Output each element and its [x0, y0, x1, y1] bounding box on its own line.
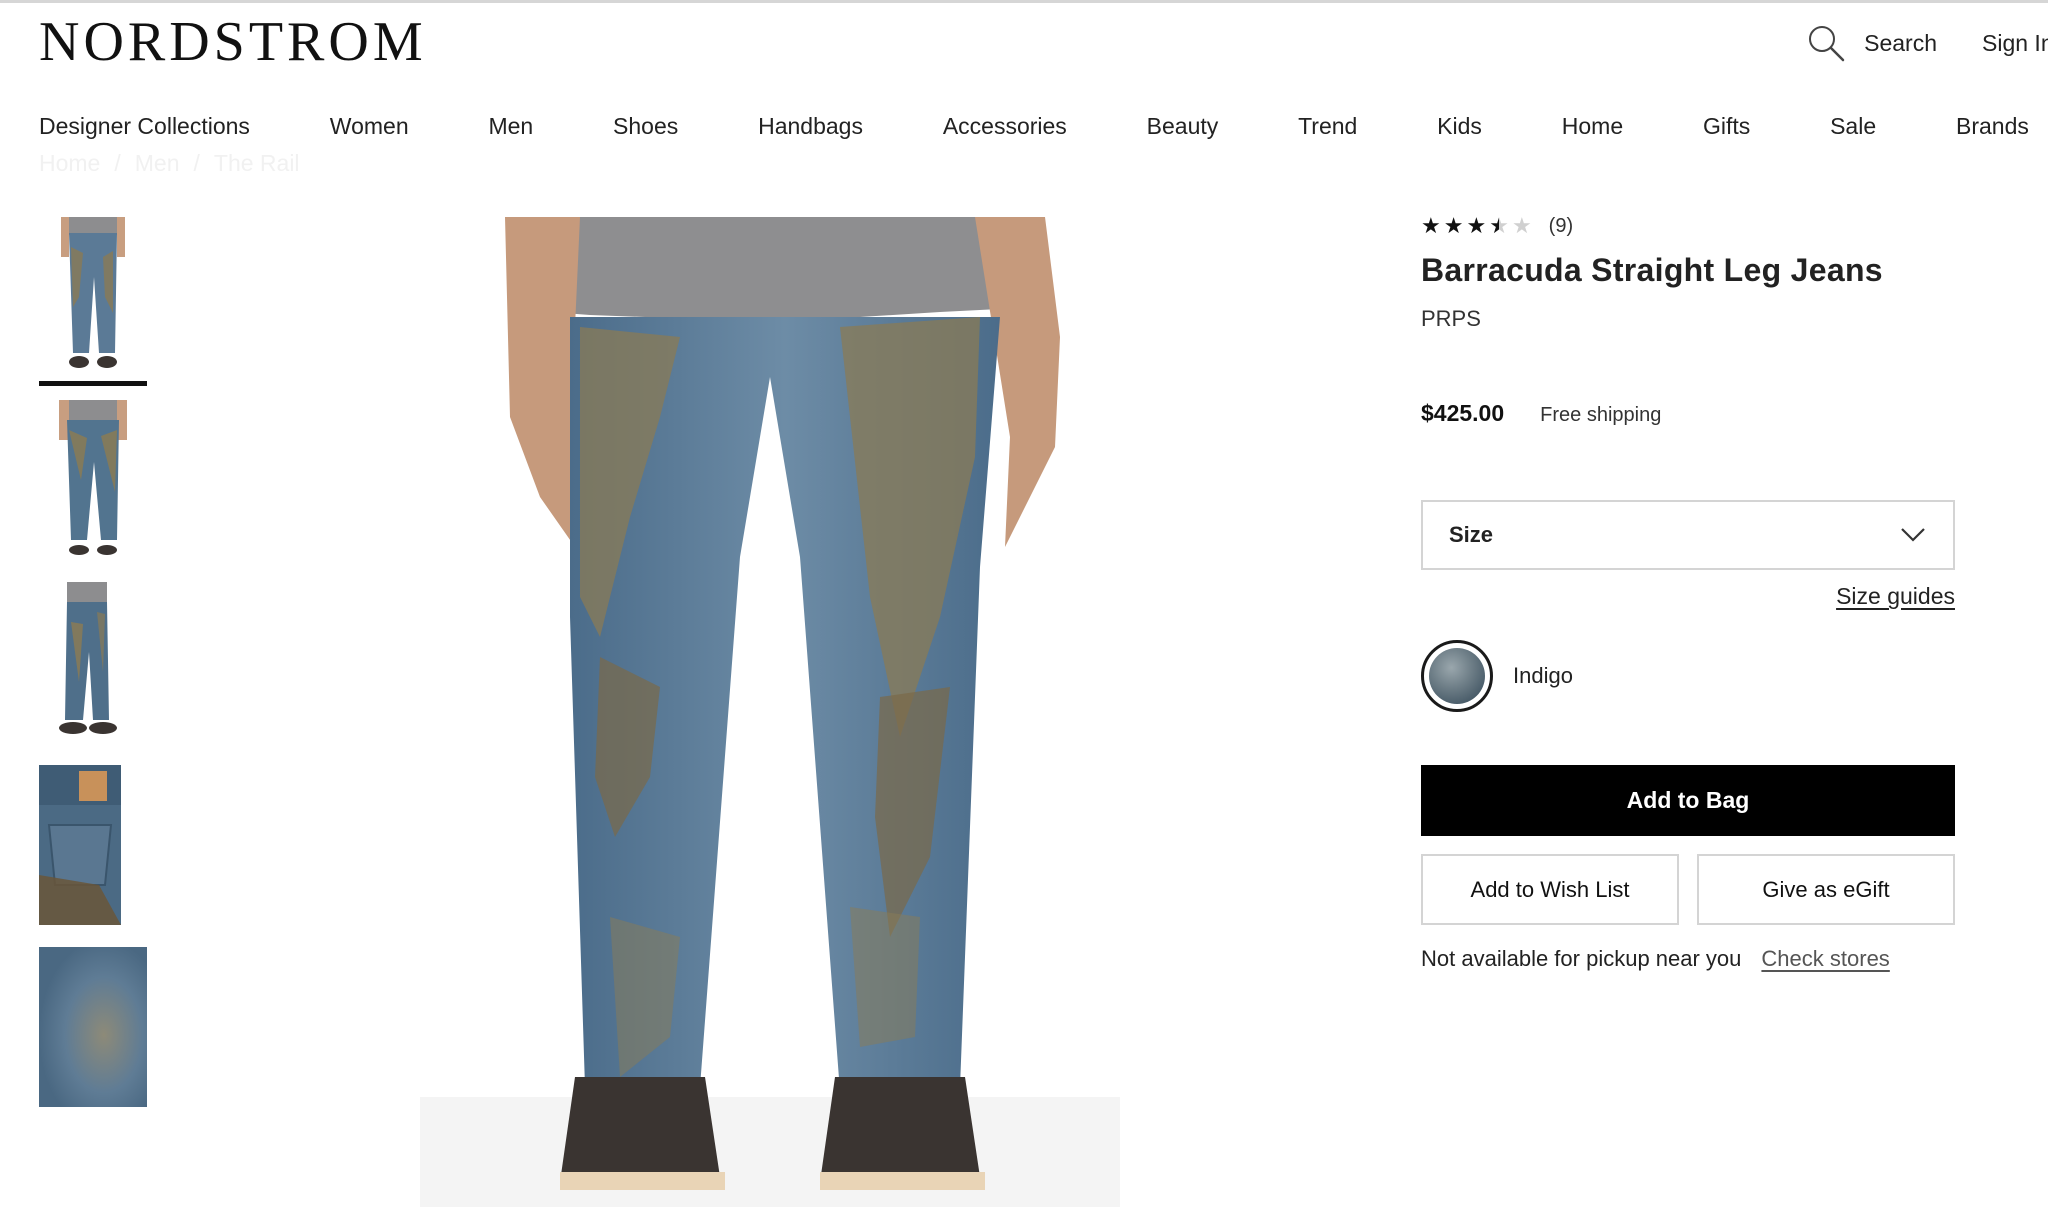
main-nav: Designer Collections Women Men Shoes Han…: [39, 113, 2029, 140]
nav-beauty[interactable]: Beauty: [1147, 113, 1219, 140]
color-swatch-indigo[interactable]: [1421, 640, 1493, 712]
nav-sale[interactable]: Sale: [1830, 113, 1876, 140]
color-selector: Indigo: [1421, 640, 1573, 712]
active-thumbnail-indicator: [39, 381, 147, 386]
price-row: $425.00 Free shipping: [1421, 400, 1661, 427]
pickup-text: Not available for pickup near you: [1421, 946, 1742, 971]
nav-designer-collections[interactable]: Designer Collections: [39, 113, 250, 140]
nav-kids[interactable]: Kids: [1437, 113, 1482, 140]
star-half-icon: ★: [1489, 213, 1509, 238]
breadcrumb: Home / Men / The Rail: [39, 150, 300, 177]
jeans-front-closeup-image: [59, 400, 127, 555]
jeans-front-image: [61, 217, 125, 368]
color-name: Indigo: [1513, 663, 1573, 688]
jeans-side-image: [59, 582, 117, 734]
breadcrumb-home[interactable]: Home: [39, 150, 100, 177]
denim-fabric-closeup-image: [39, 947, 147, 1107]
product-brand[interactable]: PRPS: [1421, 306, 1481, 332]
thumbnail-fabric[interactable]: [39, 947, 147, 1107]
breadcrumb-separator: /: [193, 150, 200, 176]
thumbnail-side[interactable]: [39, 582, 147, 742]
thumbnail-front[interactable]: [39, 217, 147, 377]
top-border: [0, 0, 2048, 3]
jeans-hero-image: [420, 217, 1120, 1207]
add-to-bag-button[interactable]: Add to Bag: [1421, 765, 1955, 836]
nav-shoes[interactable]: Shoes: [613, 113, 678, 140]
star-full-icon: ★: [1421, 213, 1441, 238]
star-full-icon: ★: [1466, 213, 1487, 238]
swatch-fill: [1429, 648, 1485, 704]
review-count[interactable]: (9): [1549, 215, 1573, 238]
nordstrom-logo[interactable]: NORDSTROM: [39, 12, 427, 72]
breadcrumb-separator: /: [114, 150, 121, 176]
star-empty-icon: ★: [1511, 213, 1532, 238]
search-icon: [1809, 26, 1845, 62]
give-as-egift-button[interactable]: Give as eGift: [1697, 854, 1955, 925]
search-label: Search: [1864, 29, 1937, 56]
nav-trend[interactable]: Trend: [1298, 113, 1357, 140]
breadcrumb-the-rail[interactable]: The Rail: [214, 150, 300, 177]
size-dropdown-label: Size: [1449, 522, 1494, 547]
thumbnail-pocket[interactable]: [39, 765, 147, 925]
thumbnail-front-2[interactable]: [39, 400, 147, 560]
nav-women[interactable]: Women: [330, 113, 409, 140]
pickup-availability: Not available for pickup near you Check …: [1421, 946, 1890, 972]
sign-in-link[interactable]: Sign In: [1982, 30, 2048, 57]
nav-handbags[interactable]: Handbags: [758, 113, 863, 140]
size-guides-link[interactable]: Size guides: [1836, 583, 1955, 609]
chevron-down-icon: [1901, 528, 1925, 542]
nav-gifts[interactable]: Gifts: [1703, 113, 1750, 140]
size-dropdown[interactable]: Size: [1421, 500, 1955, 570]
breadcrumb-men[interactable]: Men: [135, 150, 180, 177]
add-to-wish-list-button[interactable]: Add to Wish List: [1421, 854, 1679, 925]
product-page: NORDSTROM Search Sign In Designer Collec…: [0, 0, 2048, 1207]
main-product-image[interactable]: [420, 217, 1120, 1207]
nav-home[interactable]: Home: [1562, 113, 1623, 140]
check-stores-link[interactable]: Check stores: [1761, 946, 1889, 972]
rating[interactable]: ★ ★ ★ ★ ★ (9): [1421, 212, 1955, 240]
shipping-info: Free shipping: [1540, 404, 1662, 426]
nav-men[interactable]: Men: [488, 113, 533, 140]
nav-brands[interactable]: Brands: [1956, 113, 2029, 140]
search-button[interactable]: Search: [1806, 23, 1937, 63]
star-full-icon: ★: [1443, 213, 1464, 238]
product-price: $425.00: [1421, 400, 1505, 426]
header-actions: Search Sign In: [1806, 20, 2048, 66]
product-title: Barracuda Straight Leg Jeans: [1421, 252, 1883, 288]
nav-accessories[interactable]: Accessories: [943, 113, 1067, 140]
jeans-back-pocket-image: [39, 765, 121, 925]
size-guides-container: Size guides: [1421, 583, 1955, 610]
product-info: ★ ★ ★ ★ ★ (9): [1421, 212, 1955, 240]
